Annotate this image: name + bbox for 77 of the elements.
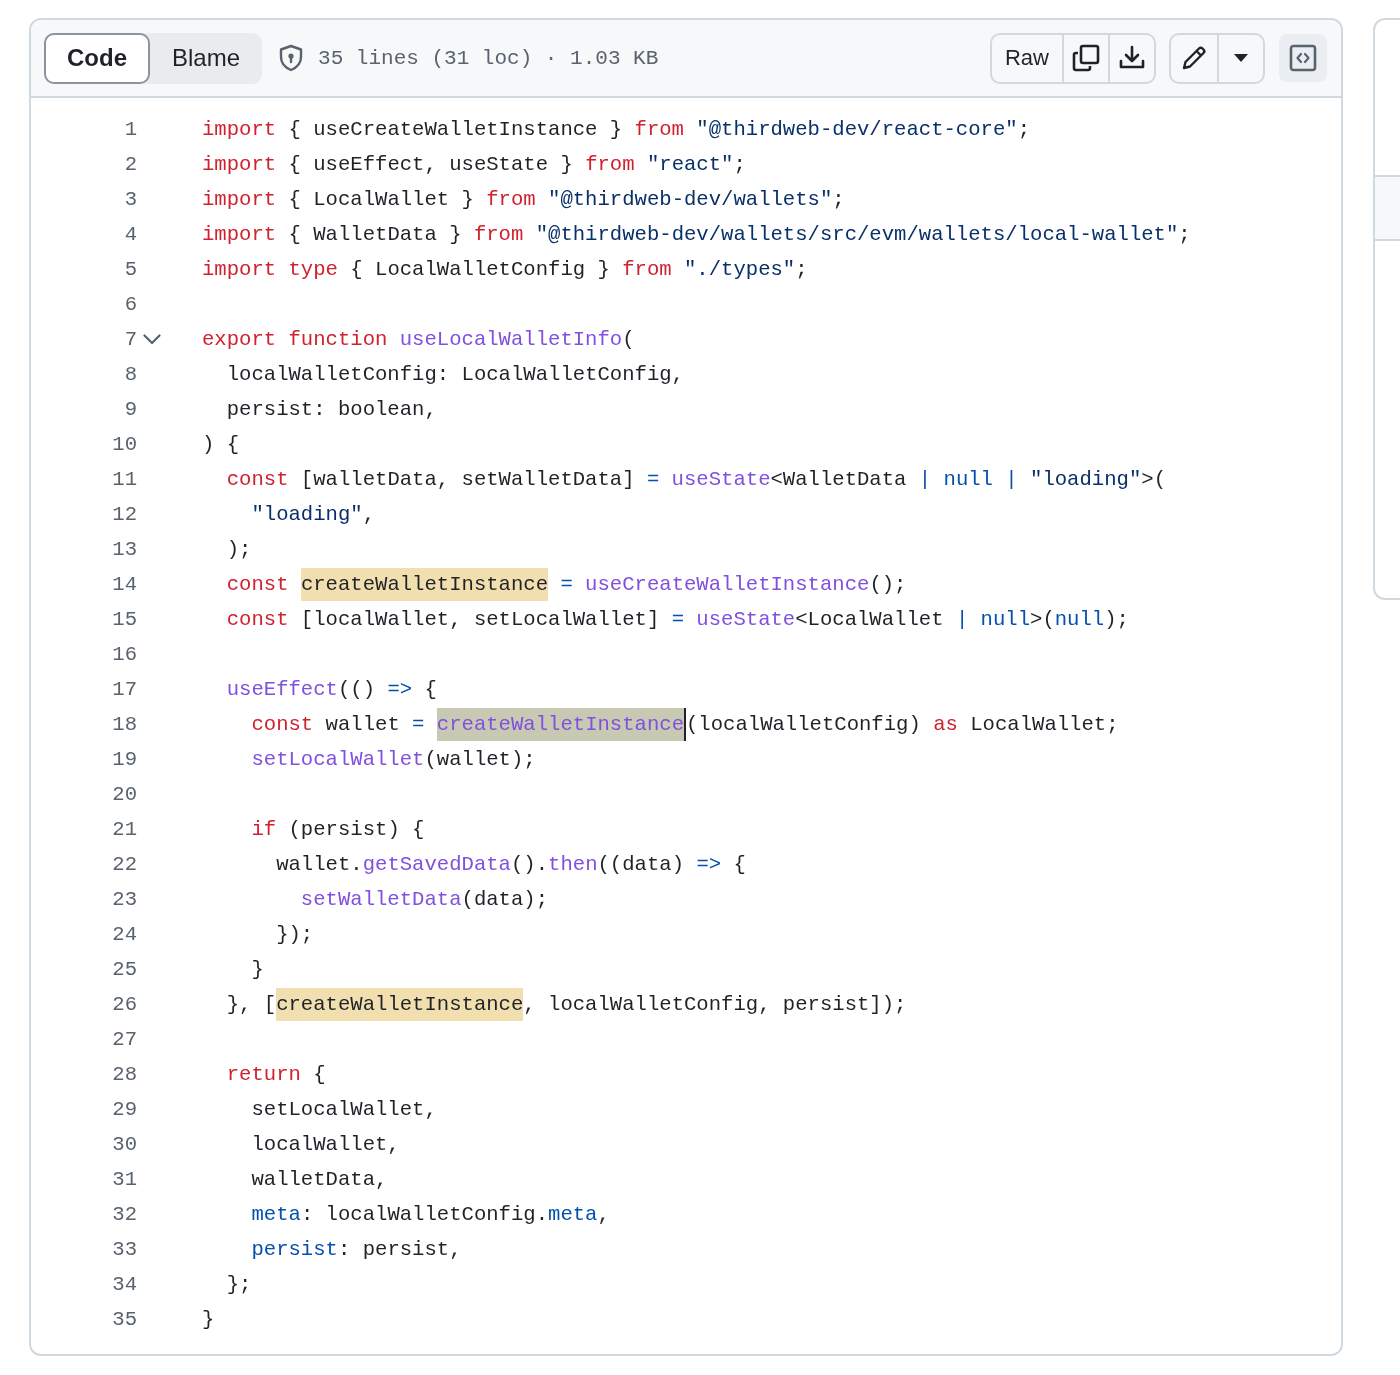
view-tab[interactable]: Blame — [150, 32, 263, 84]
code-line: }, [createWalletInstance, localWalletConfig, persist]); — [202, 987, 907, 1022]
code-line: setLocalWallet, — [250, 1097, 437, 1123]
pencil-icon — [1180, 44, 1208, 72]
line-number: 32 — [112, 1203, 137, 1226]
file-info: 35 lines (31 loc) · 1.03 KB — [318, 46, 659, 70]
code-line: localWalletConfig: LocalWalletConfig, — [225, 362, 684, 388]
code-line: if (persist) { — [250, 817, 425, 843]
line-number: 18 — [112, 713, 137, 736]
code-line: persist: boolean, — [225, 397, 437, 423]
code-line: localWallet, — [250, 1132, 400, 1158]
copy-icon — [1071, 43, 1101, 73]
download-icon — [1118, 45, 1146, 71]
line-number: 19 — [112, 748, 137, 771]
line-number: 33 — [112, 1238, 137, 1261]
line-number: 35 — [112, 1308, 137, 1331]
line-number: 17 — [112, 678, 137, 701]
caret-down-icon — [1234, 54, 1248, 62]
code-line: }); — [275, 922, 314, 948]
shield-icon — [278, 44, 305, 72]
line-number: 8 — [124, 363, 137, 386]
code-line: export function useLocalWalletInfo( — [202, 327, 635, 353]
code-line: const wallet = createWalletInstance(localWalletConfig) as LocalWallet; — [202, 707, 1119, 742]
line-number: 27 — [112, 1028, 137, 1051]
line-number: 5 — [124, 258, 137, 281]
code-line: setLocalWallet(wallet); — [250, 747, 536, 773]
line-number: 15 — [112, 608, 137, 631]
code-line: const createWalletInstance = useCreateWalletInstance(); — [202, 567, 907, 602]
code-line: ); — [225, 537, 252, 563]
line-number: 3 — [124, 188, 137, 211]
code-line: return { — [225, 1062, 326, 1088]
line-number: 1 — [124, 118, 137, 141]
line-number: 20 — [112, 783, 137, 806]
line-number: 10 — [112, 433, 137, 456]
code-line: const [localWallet, setLocalWallet] = useState<LocalWallet | null>(null); — [225, 607, 1129, 633]
line-number: 11 — [112, 468, 137, 491]
code-line: walletData, — [250, 1167, 388, 1193]
line-number: 26 — [112, 993, 137, 1016]
code-line: const [walletData, setWalletData] = useState<WalletData | null | "loading">( — [225, 467, 1166, 493]
line-number: 25 — [112, 958, 137, 981]
code-line: useEffect(() => { — [225, 677, 437, 703]
line-number: 22 — [112, 853, 137, 876]
code-line: wallet.getSavedData().then((data) => { — [275, 852, 746, 878]
line-number: 6 — [124, 293, 137, 316]
line-number: 21 — [112, 818, 137, 841]
line-number: 23 — [112, 888, 137, 911]
line-number: 16 — [112, 643, 137, 666]
line-number: 13 — [112, 538, 137, 561]
code-line: import { useEffect, useState } from "react"; — [202, 152, 746, 178]
code-line: } — [202, 1307, 215, 1333]
line-number: 30 — [112, 1133, 137, 1156]
line-number: 34 — [112, 1273, 137, 1296]
code-square-icon — [1289, 44, 1317, 72]
code-line: persist: persist, — [250, 1237, 462, 1263]
code-line: ) { — [202, 432, 240, 458]
symbols-button[interactable] — [1279, 34, 1327, 82]
line-number: 29 — [112, 1098, 137, 1121]
line-number: 7 — [124, 328, 137, 351]
code-line: }; — [225, 1272, 252, 1298]
code-line: import { LocalWallet } from "@thirdweb-dev/wallets"; — [202, 187, 845, 213]
code-line: import { WalletData } from "@thirdweb-dev/wallets/src/evm/wallets/local-wallet"; — [202, 222, 1191, 248]
line-number: 2 — [124, 153, 137, 176]
code-line: setWalletData(data); — [299, 887, 549, 913]
line-number: 28 — [112, 1063, 137, 1086]
line-number: 9 — [124, 398, 137, 421]
code-line: meta: localWalletConfig.meta, — [250, 1202, 610, 1228]
line-number: 14 — [112, 573, 137, 596]
code-line: "loading", — [250, 502, 376, 528]
line-number: 4 — [124, 223, 137, 246]
chevron-down-icon[interactable] — [143, 334, 161, 345]
line-number: 31 — [112, 1168, 137, 1191]
code-line: import { useCreateWalletInstance } from "@thirdweb-dev/react-core"; — [202, 117, 1031, 143]
line-number: 12 — [112, 503, 137, 526]
code-line: } — [250, 957, 264, 983]
code-line: import type { LocalWalletConfig } from "./types"; — [202, 257, 808, 283]
view-tab[interactable]: Code — [44, 32, 150, 84]
line-number: 24 — [112, 923, 137, 946]
